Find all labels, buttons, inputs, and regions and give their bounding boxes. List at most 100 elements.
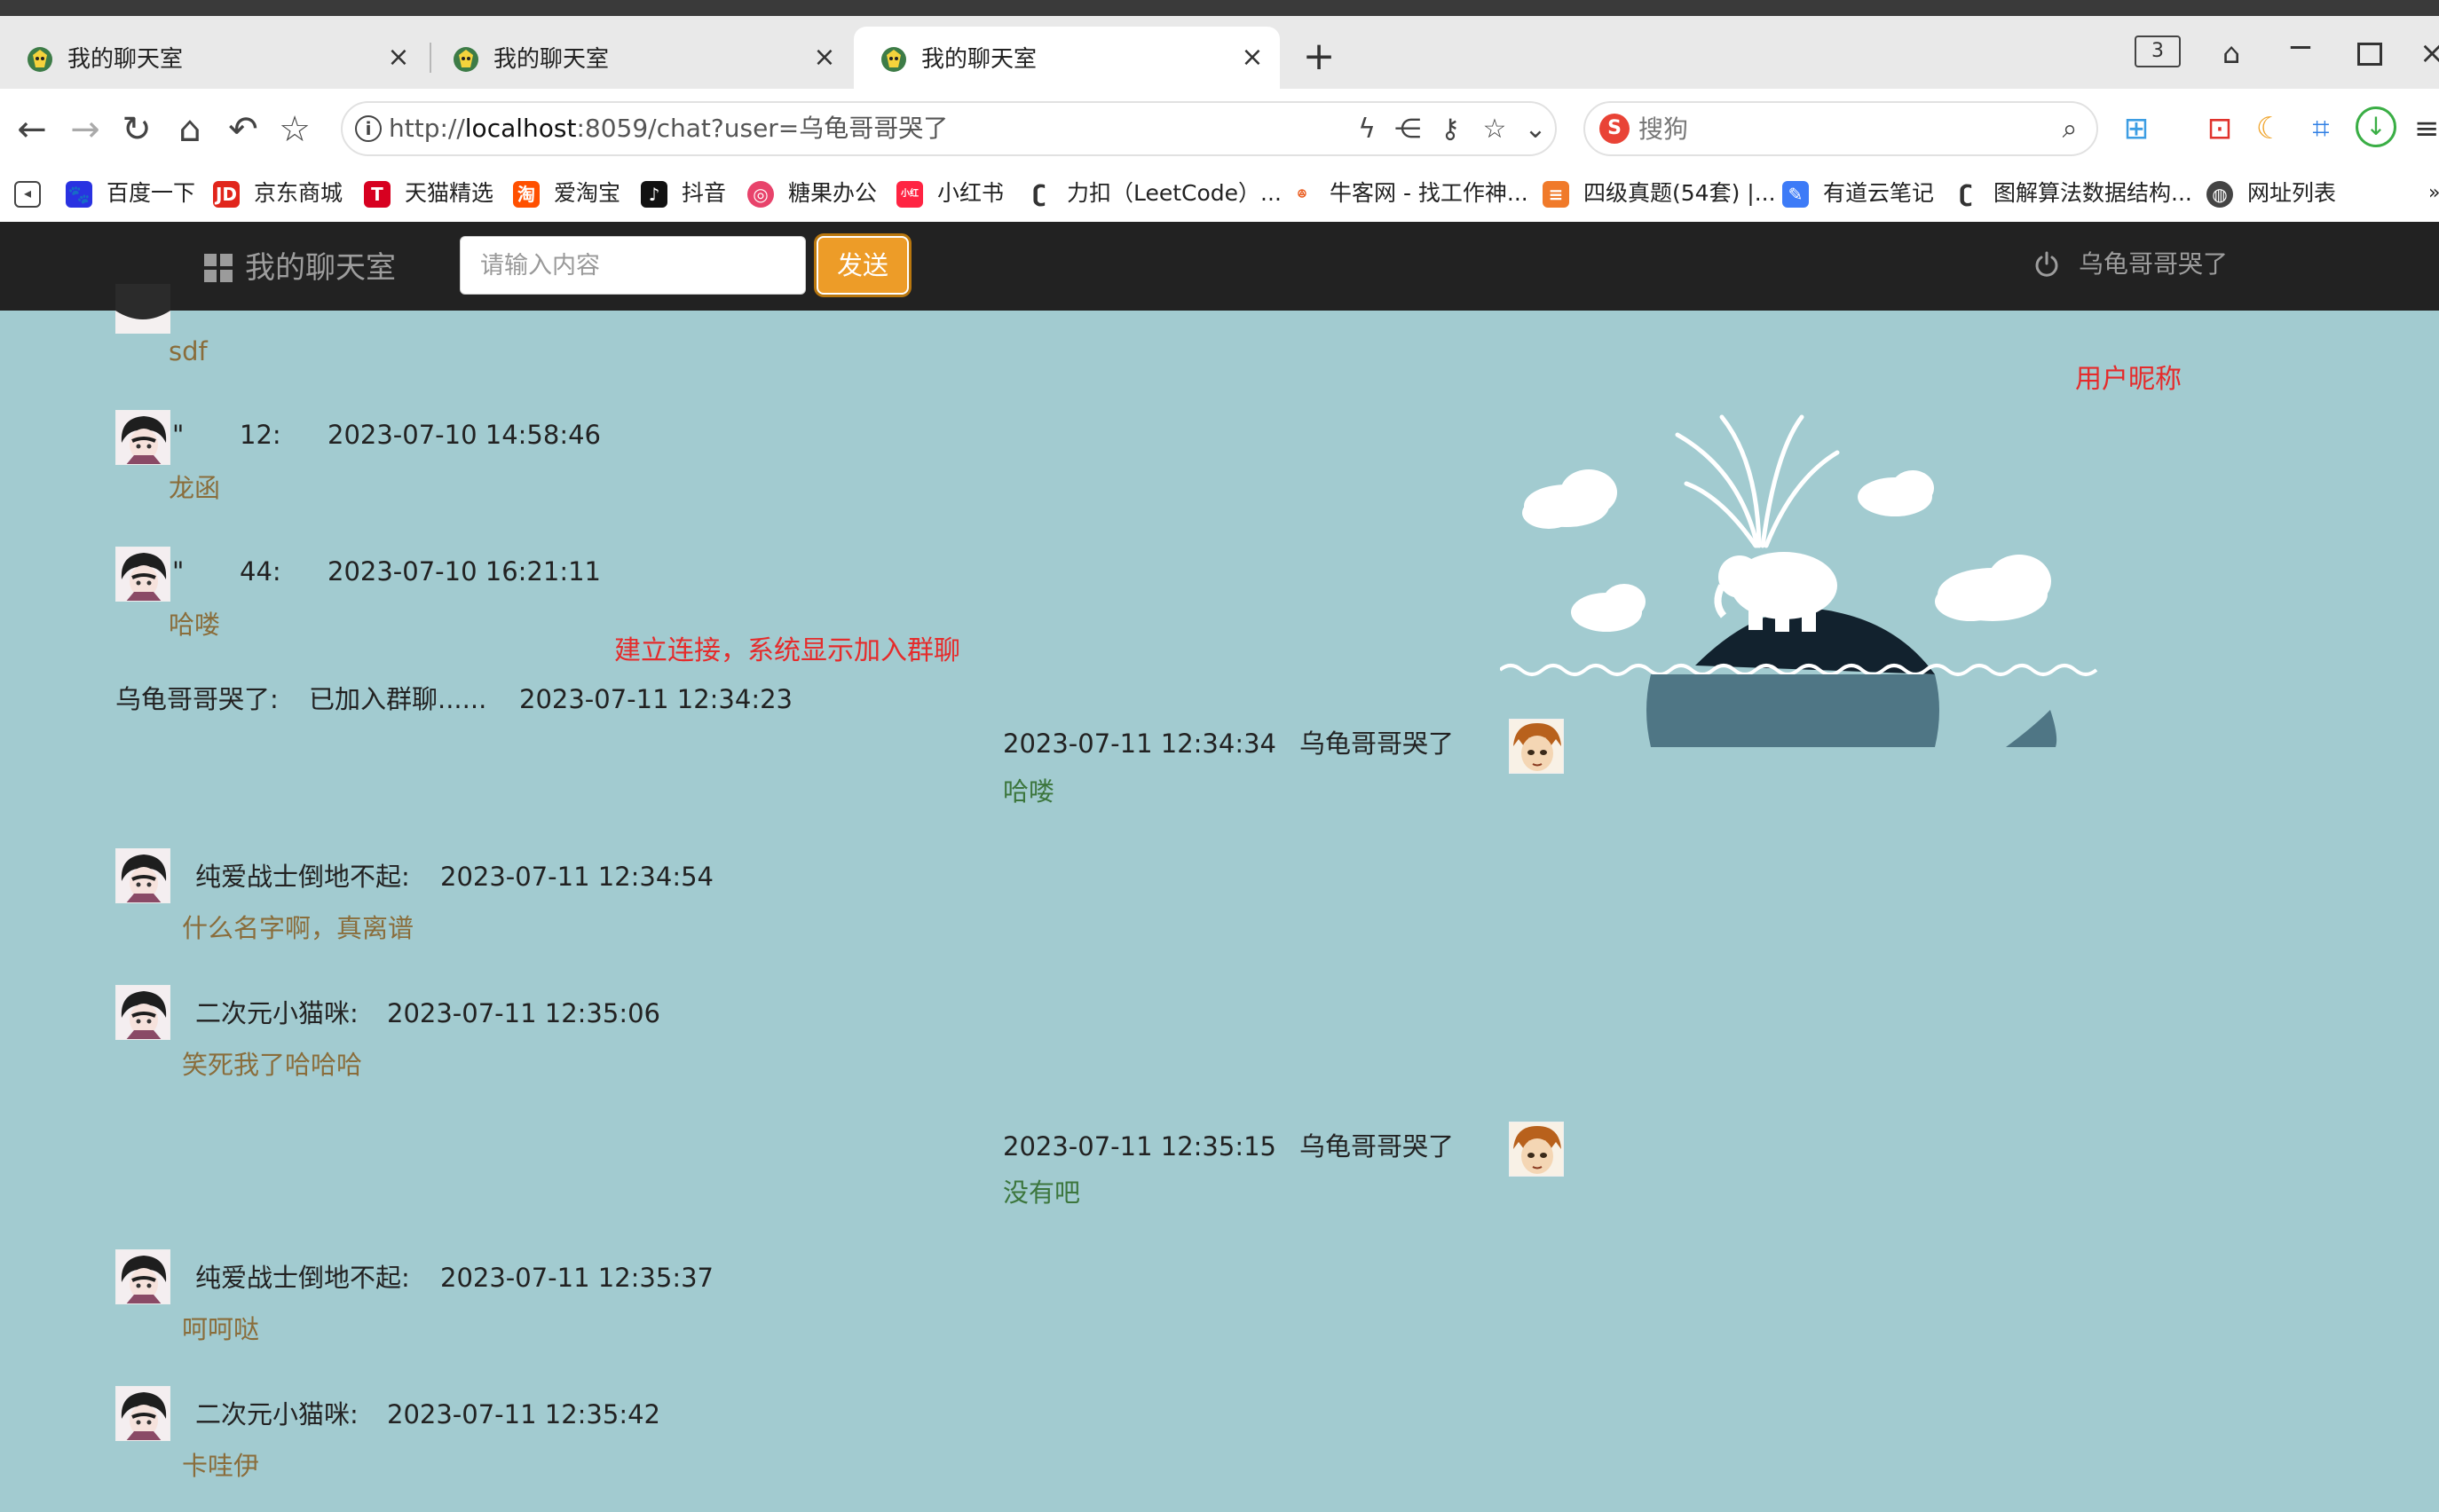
baidu-icon: 🐾 xyxy=(66,181,92,208)
favorite-icon[interactable]: ☆ xyxy=(273,108,316,151)
more-bookmarks-icon[interactable]: » xyxy=(2428,176,2439,211)
search-placeholder[interactable]: 搜狗 xyxy=(1638,114,1688,146)
message-text: 卡哇伊 xyxy=(182,1451,260,1481)
bookmark-item[interactable]: ♪ 抖音 xyxy=(641,176,726,211)
forward-icon[interactable]: → xyxy=(64,108,107,151)
avatar xyxy=(115,547,170,602)
avatar xyxy=(115,985,170,1040)
browser-tab-2[interactable]: 我的聊天室 × xyxy=(426,27,852,89)
sogou-icon: S xyxy=(1599,114,1630,144)
system-user-name: 乌龟哥哥哭了: xyxy=(115,684,279,714)
chevron-down-icon[interactable]: ⌄ xyxy=(1519,114,1551,146)
password-key-icon[interactable]: ⚷ xyxy=(1434,114,1466,146)
close-window-icon[interactable]: × xyxy=(2419,35,2439,71)
tab-count: 3 xyxy=(2135,35,2181,67)
bookmark-item[interactable]: ʗ 力扣（LeetCode）... xyxy=(1026,176,1282,211)
tomcat-favicon-icon xyxy=(28,47,52,72)
avatar xyxy=(115,848,170,903)
bookmark-item[interactable]: 🐾 百度一下 xyxy=(66,176,195,211)
taobao-icon: 淘 xyxy=(513,181,540,208)
power-icon[interactable] xyxy=(2032,250,2061,279)
whale-illustration xyxy=(1500,414,2098,747)
current-user-name[interactable]: 乌龟哥哥哭了 xyxy=(2079,247,2228,282)
avatar xyxy=(115,1249,170,1304)
avatar xyxy=(115,1386,170,1441)
browser-tab-3-active[interactable]: 我的聊天室 × xyxy=(854,27,1280,89)
home-icon[interactable]: ⌂ xyxy=(169,108,211,151)
sender-name: 纯爱战士倒地不起: xyxy=(195,1263,410,1293)
speed-mode-icon[interactable]: ϟ xyxy=(1351,114,1383,146)
undo-close-icon[interactable]: ↶ xyxy=(222,108,264,151)
bookmark-item[interactable]: ꔮ 牛客网 - 找工作神... xyxy=(1289,176,1528,211)
message-text: 什么名字啊，真离谱 xyxy=(182,913,414,943)
leetcode-icon: ʗ xyxy=(1959,181,1973,208)
apps-grid-icon[interactable]: ⊞ xyxy=(2118,110,2155,147)
tangguo-icon: ◎ xyxy=(747,181,774,208)
share-icon[interactable]: ⋲ xyxy=(1392,114,1424,146)
sender-name-rest: 44: xyxy=(240,556,281,587)
sender-name: " xyxy=(172,556,185,587)
xiaohongshu-icon: 小红 xyxy=(896,181,923,208)
app-brand[interactable]: 我的聊天室 xyxy=(245,248,396,287)
download-icon[interactable]: ↓ xyxy=(2356,106,2396,147)
bookmark-item[interactable]: JD 京东商城 xyxy=(213,176,343,211)
close-tab-icon[interactable]: × xyxy=(809,43,840,73)
reload-icon[interactable]: ↻ xyxy=(115,108,158,151)
minimize-icon[interactable]: ─ xyxy=(2283,33,2318,71)
tomcat-favicon-icon xyxy=(454,47,478,72)
message-time: 2023-07-11 12:35:42 xyxy=(387,1399,660,1429)
skin-icon[interactable]: ⌂ xyxy=(2210,35,2253,71)
sender-name-rest: 12: xyxy=(240,420,281,450)
search-icon[interactable]: ⌕ xyxy=(2054,114,2086,146)
message-time: 2023-07-11 12:35:15 xyxy=(1003,1131,1276,1162)
close-tab-icon[interactable]: × xyxy=(1237,43,1267,73)
url-text[interactable]: http://localhost:8059/chat?user=乌龟哥哥哭了 xyxy=(389,112,948,146)
bookmark-item[interactable]: ✎ 有道云笔记 xyxy=(1782,176,1934,211)
tab-title: 我的聊天室 xyxy=(921,46,1038,73)
site-info-icon[interactable]: i xyxy=(355,115,382,142)
sender-name: 二次元小猫咪: xyxy=(195,1399,359,1429)
new-tab-button[interactable]: + xyxy=(1301,37,1337,76)
browser-tab-1[interactable]: 我的聊天室 × xyxy=(0,27,426,89)
message-time: 2023-07-10 16:21:11 xyxy=(328,556,601,587)
message-text: 哈喽 xyxy=(169,610,221,640)
night-mode-icon[interactable]: ☾ xyxy=(2251,110,2288,147)
sender-name: 乌龟哥哥哭了 xyxy=(1299,1131,1455,1162)
leetcode-icon: ʗ xyxy=(1032,181,1046,208)
bookmark-item[interactable]: T 天猫精选 xyxy=(364,176,493,211)
message-text: 龙函 xyxy=(169,473,221,503)
message-time: 2023-07-11 12:35:37 xyxy=(440,1263,714,1293)
bookmark-item[interactable]: 小红 小红书 xyxy=(896,176,1004,211)
bookmark-item[interactable]: ʗ 图解算法数据结构... xyxy=(1953,176,2192,211)
message-text: sdf xyxy=(169,336,208,366)
maximize-icon[interactable] xyxy=(2352,35,2388,71)
close-tab-icon[interactable]: × xyxy=(383,43,414,73)
window-top-edge xyxy=(0,0,2439,16)
system-join-text: 已加入群聊...... xyxy=(309,684,487,714)
sender-name: 二次元小猫咪: xyxy=(195,998,359,1028)
annotation-nickname: 用户昵称 xyxy=(2075,364,2182,395)
bookmark-item[interactable]: ◍ 网址列表 xyxy=(2206,176,2336,211)
tmall-icon: T xyxy=(364,181,391,208)
screenshot-crop-icon[interactable]: ⌗ xyxy=(2302,110,2340,147)
bookmark-item[interactable]: 淘爱淘宝 xyxy=(513,176,620,211)
my-message-text: 哈喽 xyxy=(1003,776,1055,807)
message-time: 2023-07-10 14:58:46 xyxy=(328,420,601,450)
tomcat-favicon-icon xyxy=(881,47,906,72)
send-button[interactable]: 发送 xyxy=(817,236,909,295)
message-time: 2023-07-11 12:34:34 xyxy=(1003,728,1276,759)
tab-count-button[interactable]: 3 xyxy=(2134,35,2182,71)
pdf-tool-icon[interactable]: ⊡ xyxy=(2201,110,2238,147)
nowcoder-icon: ꔮ xyxy=(1297,187,1307,201)
bookmark-item[interactable]: ◎ 糖果办公 xyxy=(747,176,877,211)
bookmark-star-icon[interactable]: ☆ xyxy=(1479,114,1511,146)
avatar xyxy=(115,410,170,465)
grid-icon xyxy=(204,254,233,282)
bookmark-item[interactable]: ≡ 四级真题(54套) |... xyxy=(1543,176,1776,211)
message-text: 笑死我了哈哈哈 xyxy=(182,1050,363,1080)
back-icon[interactable]: ← xyxy=(11,108,53,151)
tab-title: 我的聊天室 xyxy=(67,46,184,73)
sidebar-toggle-icon[interactable]: ◂ xyxy=(14,176,55,211)
menu-icon[interactable]: ≡ xyxy=(2414,110,2439,147)
message-input[interactable] xyxy=(460,236,806,295)
